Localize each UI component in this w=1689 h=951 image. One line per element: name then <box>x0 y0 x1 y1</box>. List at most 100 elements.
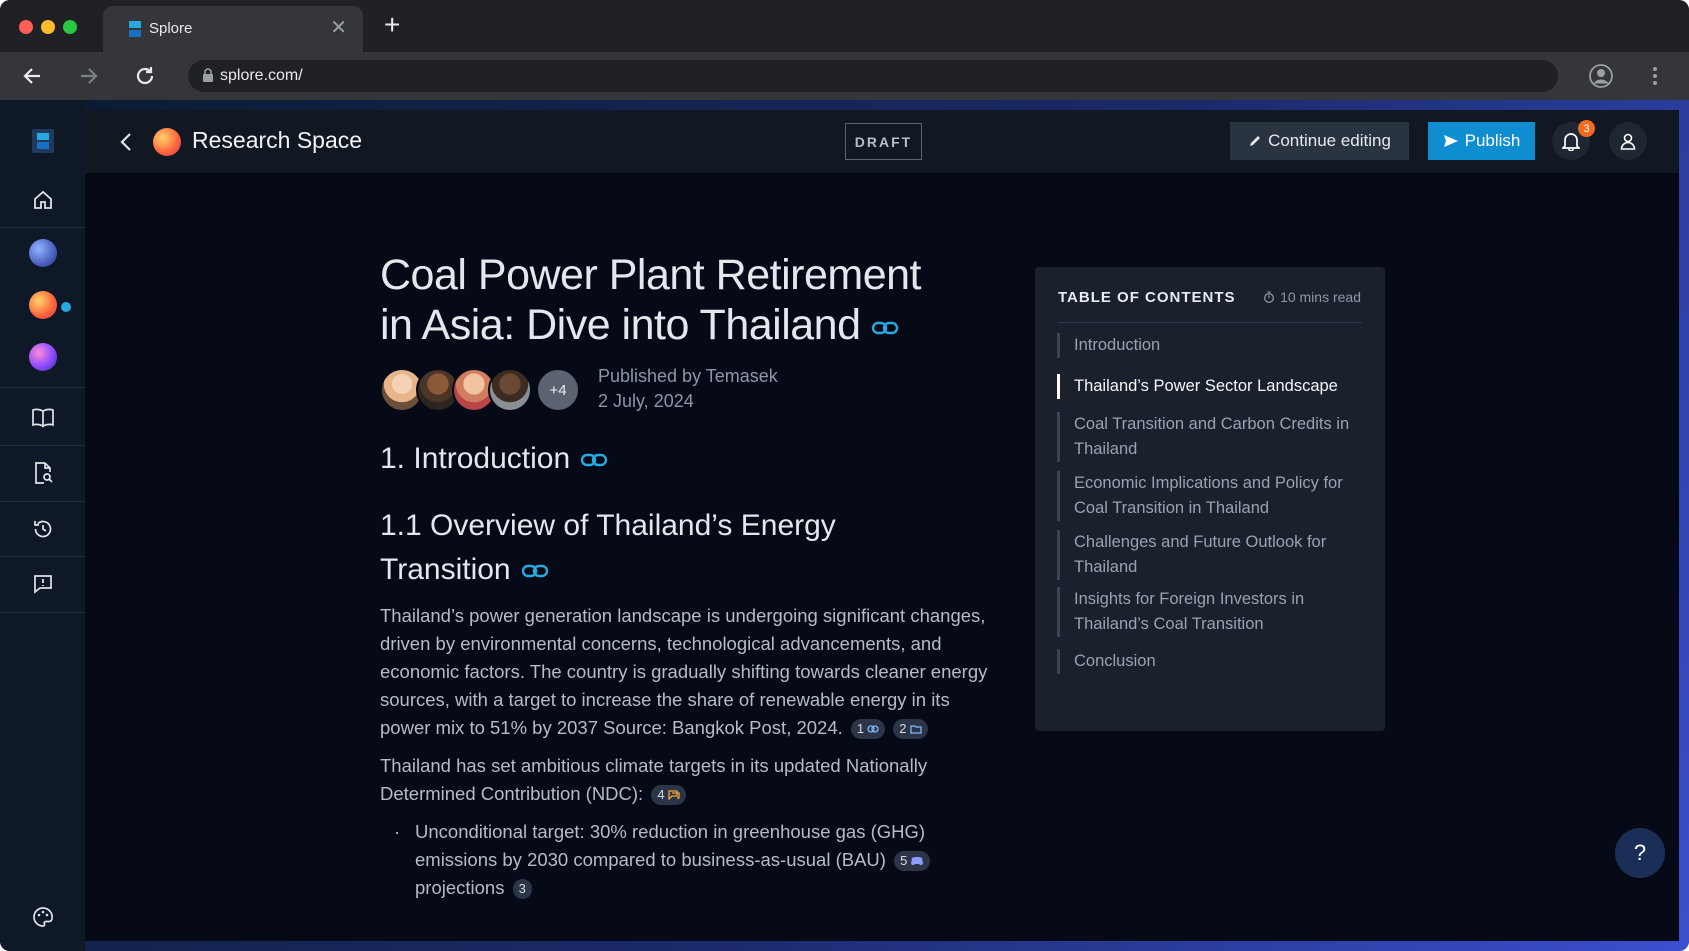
space-avatar <box>153 128 181 156</box>
list-item-text: Unconditional target: 30% reduction in g… <box>415 821 926 870</box>
toc-item-introduction[interactable]: Introduction <box>1057 333 1362 358</box>
file-search-icon <box>34 462 53 484</box>
user-menu-button[interactable] <box>1609 122 1647 160</box>
citation-number: 2 <box>899 721 907 737</box>
link-icon[interactable] <box>871 320 899 336</box>
sidebar <box>0 100 85 951</box>
publish-date: 2 July, 2024 <box>598 391 694 411</box>
maximize-window-button[interactable] <box>63 20 77 34</box>
timer-icon <box>1264 291 1275 303</box>
toc-item-coal-transition[interactable]: Coal Transition and Carbon Credits in Th… <box>1057 412 1362 462</box>
citation-chip[interactable]: 5 <box>894 851 931 872</box>
read-time: 10 mins read <box>1263 289 1361 305</box>
tab-title: Splore <box>149 20 193 37</box>
toc-item-power-sector[interactable]: Thailand’s Power Sector Landscape <box>1057 374 1362 399</box>
toc-item-economic-implications[interactable]: Economic Implications and Policy for Coa… <box>1057 471 1362 521</box>
forward-arrow-icon[interactable] <box>75 63 101 89</box>
browser-tab[interactable]: Splore ✕ <box>103 6 363 52</box>
browser-window: Splore ✕ + splore.com/ Research Space DR… <box>0 0 1689 951</box>
space-title[interactable]: Research Space <box>192 127 362 154</box>
profile-icon[interactable] <box>1587 62 1615 90</box>
folder-icon <box>909 725 922 734</box>
browser-toolbar: splore.com/ <box>0 52 1689 100</box>
toc-item-conclusion[interactable]: Conclusion <box>1057 649 1362 674</box>
browser-menu-icon[interactable] <box>1648 62 1662 90</box>
byline: +4 Published by Temasek 2 July, 2024 <box>380 364 995 420</box>
bell-icon <box>1562 133 1580 151</box>
space-purple-avatar <box>28 343 57 371</box>
home-icon <box>33 190 52 209</box>
continue-editing-button[interactable]: Continue editing <box>1230 122 1409 160</box>
sidebar-item-space-purple[interactable] <box>0 330 85 384</box>
toc-item-insights[interactable]: Insights for Foreign Investors in Thaila… <box>1057 587 1362 637</box>
subsection-heading-line1: 1.1 Overview of Thailand’s Energy <box>380 509 836 542</box>
citation-chip[interactable]: 2 <box>893 719 928 740</box>
subsection-heading: 1.1 Overview of Thailand’s Energy Transi… <box>380 504 995 592</box>
toc-heading: TABLE OF CONTENTS <box>1058 289 1236 306</box>
article-title-line1: Coal Power Plant Retirement <box>380 251 921 299</box>
url-text: splore.com/ <box>220 67 303 84</box>
sidebar-item-history[interactable] <box>0 502 85 556</box>
sidebar-item-space-research[interactable] <box>0 278 85 332</box>
citation-chip[interactable]: 4 <box>651 785 686 806</box>
lock-icon <box>203 68 213 82</box>
citation-chip[interactable]: 3 <box>512 879 532 900</box>
sidebar-item-feedback[interactable] <box>0 557 85 611</box>
sidebar-item-theme[interactable] <box>0 890 85 944</box>
list-item-continuation: projections <box>415 877 505 898</box>
reload-icon[interactable] <box>132 63 158 89</box>
sidebar-item-home[interactable] <box>0 173 85 227</box>
tab-bar: Splore ✕ + <box>0 0 1689 52</box>
app-frame: Research Space DRAFT Continue editing Pu… <box>0 100 1689 951</box>
user-icon <box>1620 133 1636 150</box>
publish-button[interactable]: Publish <box>1428 122 1535 160</box>
chat-icon <box>667 790 680 801</box>
paragraph: Thailand’s power generation landscape is… <box>380 602 995 742</box>
citation-chip[interactable]: 1 <box>850 719 886 740</box>
discord-icon <box>911 857 924 866</box>
read-time-text: 10 mins read <box>1280 289 1361 305</box>
pencil-icon <box>1250 136 1261 146</box>
article-title-line2: in Asia: Dive into Thailand <box>380 301 861 349</box>
citation-number: 4 <box>657 787 665 803</box>
citation-number: 5 <box>900 853 908 869</box>
author-avatar[interactable] <box>488 368 532 412</box>
sidebar-logo[interactable] <box>0 114 85 168</box>
article: Coal Power Plant Retirement in Asia: Div… <box>380 250 995 902</box>
more-authors-badge[interactable]: +4 <box>536 368 580 412</box>
palette-icon <box>32 907 53 927</box>
list-item: Unconditional target: 30% reduction in g… <box>380 818 995 902</box>
space-research-avatar <box>28 291 57 319</box>
continue-editing-label: Continue editing <box>1268 131 1391 150</box>
draft-badge: DRAFT <box>845 123 922 160</box>
notification-count-badge: 3 <box>1578 120 1595 137</box>
address-bar[interactable]: splore.com/ <box>188 60 1558 92</box>
sidebar-item-space-earth[interactable] <box>0 226 85 280</box>
paragraph: Thailand has set ambitious climate targe… <box>380 752 995 808</box>
space-earth-avatar <box>28 239 57 267</box>
minimize-window-button[interactable] <box>41 20 55 34</box>
back-chevron-icon[interactable] <box>119 130 133 154</box>
citation-number: 3 <box>518 881 526 897</box>
active-indicator <box>61 302 71 312</box>
citation-number: 1 <box>856 721 865 737</box>
toc-item-challenges[interactable]: Challenges and Future Outlook for Thaila… <box>1057 530 1362 580</box>
history-icon <box>33 520 51 538</box>
back-arrow-icon[interactable] <box>20 63 46 89</box>
article-title: Coal Power Plant Retirement in Asia: Div… <box>380 250 995 350</box>
close-tab-icon[interactable]: ✕ <box>330 18 347 38</box>
link-icon <box>867 725 879 733</box>
link-icon[interactable] <box>580 452 608 468</box>
feedback-icon <box>33 575 52 594</box>
link-icon[interactable] <box>521 563 549 579</box>
subsection-heading-line2: Transition <box>380 553 511 586</box>
splore-favicon-icon <box>129 21 141 37</box>
close-window-button[interactable] <box>19 20 33 34</box>
new-tab-button[interactable]: + <box>384 10 400 40</box>
sidebar-item-library[interactable] <box>0 390 85 444</box>
page-header: Research Space DRAFT Continue editing Pu… <box>85 110 1679 173</box>
publish-label: Publish <box>1464 131 1521 150</box>
help-button[interactable]: ? <box>1615 828 1665 878</box>
sidebar-item-files[interactable] <box>0 446 85 500</box>
book-icon <box>31 408 54 428</box>
